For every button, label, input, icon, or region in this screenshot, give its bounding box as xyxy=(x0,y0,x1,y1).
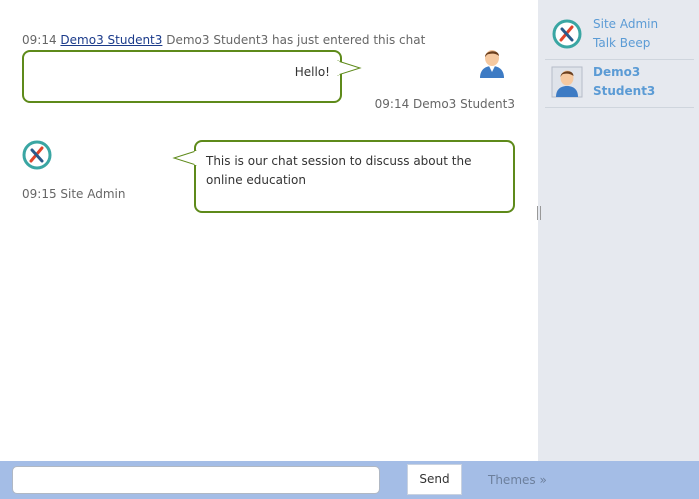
message-bubble-student: Hello! xyxy=(22,50,362,103)
message-text: This is our chat session to discuss abou… xyxy=(206,154,472,187)
bubble-tail xyxy=(172,150,198,166)
message-input[interactable] xyxy=(12,466,380,494)
message-bubble-admin: This is our chat session to discuss abou… xyxy=(172,140,515,213)
themes-link[interactable]: Themes » xyxy=(488,473,547,487)
chat-area: 09:14 Demo3 Student3 Demo3 Student3 has … xyxy=(0,0,538,461)
user-list-item[interactable]: Site Admin Talk Beep xyxy=(545,13,694,60)
talkbeep-logo-icon xyxy=(551,18,583,50)
user-name: Demo3 Student3 xyxy=(593,65,656,98)
message-meta: 09:15 Site Admin xyxy=(22,187,126,201)
bubble-tail xyxy=(336,60,362,76)
system-message-text: Demo3 Student3 has just entered this cha… xyxy=(166,33,426,47)
system-message-time: 09:14 xyxy=(22,33,57,47)
user-name: Site Admin Talk Beep xyxy=(593,17,659,50)
user-list-item[interactable]: Demo3 Student3 xyxy=(545,61,694,108)
resize-handle[interactable] xyxy=(537,206,541,220)
message-composer: Send Themes » xyxy=(0,461,699,499)
user-profile-link[interactable]: Demo3 Student3 xyxy=(60,33,162,47)
message-meta: 09:14 Demo3 Student3 xyxy=(374,97,515,111)
message-text: Hello! xyxy=(294,65,330,79)
student-avatar-icon xyxy=(477,47,507,79)
send-button[interactable]: Send xyxy=(407,464,462,495)
student-avatar-icon xyxy=(551,66,583,98)
talkbeep-logo-icon xyxy=(21,139,52,171)
system-message: 09:14 Demo3 Student3 Demo3 Student3 has … xyxy=(22,33,425,47)
